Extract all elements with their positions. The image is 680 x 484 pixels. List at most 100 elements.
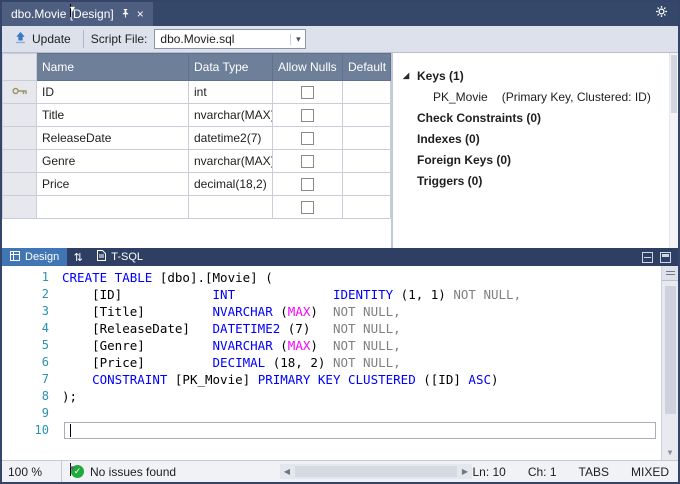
code-line[interactable]: 8); bbox=[2, 388, 678, 405]
tree-item[interactable]: ◢Keys (1) bbox=[393, 65, 678, 86]
cell-name[interactable]: Price bbox=[37, 173, 189, 196]
cell-allownulls[interactable] bbox=[273, 81, 343, 104]
tree-child-item[interactable]: PK_Movie(Primary Key, Clustered: ID) bbox=[393, 86, 678, 107]
row-selector[interactable] bbox=[3, 173, 37, 196]
cell-datatype[interactable] bbox=[189, 196, 273, 219]
pin-icon[interactable] bbox=[121, 7, 130, 21]
tab-design[interactable]: Design bbox=[2, 248, 67, 266]
tabs-indicator[interactable]: TABS bbox=[579, 465, 609, 479]
health-indicator[interactable]: ✓ No issues found bbox=[62, 465, 176, 479]
cell-allownulls[interactable] bbox=[273, 173, 343, 196]
cell-name[interactable]: Genre bbox=[37, 150, 189, 173]
line-ending-indicator[interactable]: MIXED bbox=[631, 465, 669, 479]
cell-default[interactable] bbox=[343, 127, 391, 150]
cell-name[interactable] bbox=[37, 196, 189, 219]
grid-column-header[interactable]: Default bbox=[343, 54, 391, 81]
cell-name[interactable]: Title bbox=[37, 104, 189, 127]
gear-icon[interactable] bbox=[655, 5, 668, 23]
code-line[interactable]: 5 [Genre] NVARCHAR (MAX) NOT NULL, bbox=[2, 337, 678, 354]
tree-item[interactable]: Indexes (0) bbox=[393, 128, 678, 149]
maximize-pane-icon[interactable] bbox=[660, 252, 671, 263]
editor-splitter-grip[interactable] bbox=[662, 266, 678, 281]
row-selector[interactable] bbox=[3, 150, 37, 173]
allow-nulls-checkbox[interactable] bbox=[301, 201, 314, 214]
scrollbar-thumb[interactable] bbox=[665, 286, 676, 414]
code-line[interactable]: 1CREATE TABLE [dbo].[Movie] ( bbox=[2, 269, 678, 286]
tree-item-label: Check Constraints (0) bbox=[417, 111, 541, 125]
cell-datatype[interactable]: nvarchar(MAX) bbox=[189, 150, 273, 173]
tree-item[interactable]: Triggers (0) bbox=[393, 170, 678, 191]
grid-row[interactable]: ReleaseDatedatetime2(7) bbox=[3, 127, 391, 150]
scrollbar-thumb[interactable] bbox=[295, 466, 457, 477]
line-indicator[interactable]: Ln: 10 bbox=[472, 465, 505, 479]
grid-column-header[interactable]: Name bbox=[37, 54, 189, 81]
cell-allownulls[interactable] bbox=[273, 150, 343, 173]
cell-allownulls[interactable] bbox=[273, 104, 343, 127]
allow-nulls-checkbox[interactable] bbox=[301, 178, 314, 191]
tsql-editor[interactable]: 1CREATE TABLE [dbo].[Movie] (2 [ID] INT … bbox=[2, 266, 678, 460]
chevron-down-icon[interactable]: ▾ bbox=[70, 4, 71, 17]
script-file-combobox[interactable]: dbo.Movie.sql ▾ bbox=[154, 29, 306, 49]
tree-item[interactable]: Check Constraints (0) bbox=[393, 107, 678, 128]
cell-default[interactable] bbox=[343, 81, 391, 104]
column-indicator[interactable]: Ch: 1 bbox=[528, 465, 557, 479]
grid-row[interactable]: Genrenvarchar(MAX) bbox=[3, 150, 391, 173]
cell-default[interactable] bbox=[343, 173, 391, 196]
allow-nulls-checkbox[interactable] bbox=[301, 86, 314, 99]
editor-horizontal-scrollbar[interactable]: ◀ ▶ bbox=[280, 464, 472, 479]
grid-row[interactable] bbox=[3, 196, 391, 219]
code-line[interactable]: 2 [ID] INT IDENTITY (1, 1) NOT NULL, bbox=[2, 286, 678, 303]
zoom-selector[interactable]: 100 % ▾ bbox=[2, 461, 62, 482]
close-icon[interactable]: × bbox=[137, 8, 144, 20]
expander-icon[interactable]: ◢ bbox=[403, 71, 417, 80]
tree-item[interactable]: Foreign Keys (0) bbox=[393, 149, 678, 170]
cell-allownulls[interactable] bbox=[273, 196, 343, 219]
scroll-down-icon[interactable]: ▼ bbox=[668, 448, 673, 457]
cell-datatype[interactable]: decimal(18,2) bbox=[189, 173, 273, 196]
grid-column-header[interactable]: Data Type bbox=[189, 54, 273, 81]
update-arrow-icon bbox=[14, 31, 27, 47]
code-line[interactable]: 7 CONSTRAINT [PK_Movie] PRIMARY KEY CLUS… bbox=[2, 371, 678, 388]
split-pane-icon[interactable] bbox=[642, 252, 653, 263]
update-button[interactable]: Update bbox=[9, 29, 76, 49]
code-text bbox=[62, 405, 678, 422]
grid-row[interactable]: IDint bbox=[3, 81, 391, 104]
code-text: ); bbox=[62, 388, 678, 405]
row-selector[interactable] bbox=[3, 104, 37, 127]
code-line[interactable]: 10 bbox=[2, 422, 678, 439]
cell-allownulls[interactable] bbox=[273, 127, 343, 150]
code-text: CONSTRAINT [PK_Movie] PRIMARY KEY CLUSTE… bbox=[62, 371, 678, 388]
allow-nulls-checkbox[interactable] bbox=[301, 132, 314, 145]
scroll-right-icon[interactable]: ▶ bbox=[458, 467, 472, 476]
code-line[interactable]: 3 [Title] NVARCHAR (MAX) NOT NULL, bbox=[2, 303, 678, 320]
scrollbar-thumb[interactable] bbox=[671, 55, 677, 113]
code-line[interactable]: 4 [ReleaseDate] DATETIME2 (7) NOT NULL, bbox=[2, 320, 678, 337]
code-line[interactable]: 6 [Price] DECIMAL (18, 2) NOT NULL, bbox=[2, 354, 678, 371]
keys-panel-scrollbar[interactable] bbox=[669, 53, 678, 248]
cell-default[interactable] bbox=[343, 196, 391, 219]
allow-nulls-checkbox[interactable] bbox=[301, 109, 314, 122]
grid-row[interactable]: Pricedecimal(18,2) bbox=[3, 173, 391, 196]
row-selector[interactable] bbox=[3, 127, 37, 150]
combo-dropdown-icon[interactable]: ▾ bbox=[290, 34, 305, 45]
cell-datatype[interactable]: datetime2(7) bbox=[189, 127, 273, 150]
cell-default[interactable] bbox=[343, 104, 391, 127]
row-selector[interactable] bbox=[3, 81, 37, 104]
cell-datatype[interactable]: int bbox=[189, 81, 273, 104]
tab-tsql[interactable]: T-SQL bbox=[89, 248, 151, 266]
grid-row[interactable]: Titlenvarchar(MAX) bbox=[3, 104, 391, 127]
editor-vertical-scrollbar[interactable]: ▼ bbox=[661, 266, 678, 460]
cell-name[interactable]: ReleaseDate bbox=[37, 127, 189, 150]
grid-column-header[interactable]: Allow Nulls bbox=[273, 54, 343, 81]
code-line[interactable]: 9 bbox=[2, 405, 678, 422]
row-selector[interactable] bbox=[3, 196, 37, 219]
allow-nulls-checkbox[interactable] bbox=[301, 155, 314, 168]
cell-name[interactable]: ID bbox=[37, 81, 189, 104]
cell-datatype[interactable]: nvarchar(MAX) bbox=[189, 104, 273, 127]
scroll-left-icon[interactable]: ◀ bbox=[280, 467, 294, 476]
tsql-tab-label: T-SQL bbox=[111, 251, 143, 263]
document-tab[interactable]: dbo.Movie [Design] × bbox=[2, 2, 153, 26]
cell-default[interactable] bbox=[343, 150, 391, 173]
grid-corner-cell[interactable] bbox=[3, 54, 37, 81]
swap-panes-icon[interactable]: ⇅ bbox=[67, 248, 89, 266]
